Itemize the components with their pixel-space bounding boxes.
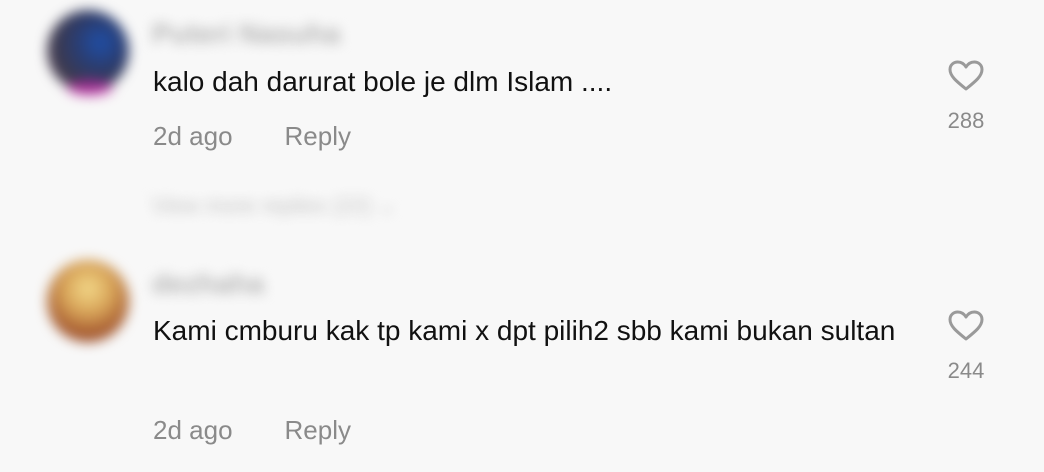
reply-button[interactable]: Reply: [285, 415, 351, 445]
heart-icon[interactable]: [948, 310, 984, 342]
comment-meta: 2d ago Reply: [153, 415, 351, 446]
like-count: 288: [947, 108, 985, 133]
comment-timestamp: 2d ago: [153, 415, 233, 445]
reply-button[interactable]: Reply: [285, 121, 351, 151]
like-count: 244: [947, 358, 985, 383]
comment-username[interactable]: dezhaha: [152, 268, 264, 300]
comment-meta: 2d ago Reply: [153, 121, 351, 152]
avatar[interactable]: [47, 260, 129, 342]
comment-username[interactable]: Puteri Nasuha: [152, 18, 340, 50]
comment-section: Puteri Nasuha kalo dah darurat bole je d…: [0, 0, 1044, 472]
like-control: 244: [936, 310, 996, 384]
comment-text: Kami cmburu kak tp kami x dpt pilih2 sbb…: [153, 315, 896, 346]
chevron-down-icon: ⌄: [377, 193, 397, 218]
like-control: 288: [936, 60, 996, 134]
heart-icon[interactable]: [948, 60, 984, 92]
view-replies-button[interactable]: View more replies (22) ⌄: [152, 193, 396, 219]
view-replies-label: View more replies (22): [152, 193, 372, 218]
comment-text: kalo dah darurat bole je dlm Islam ....: [153, 66, 613, 97]
comment-timestamp: 2d ago: [153, 121, 233, 151]
avatar[interactable]: [47, 10, 129, 96]
